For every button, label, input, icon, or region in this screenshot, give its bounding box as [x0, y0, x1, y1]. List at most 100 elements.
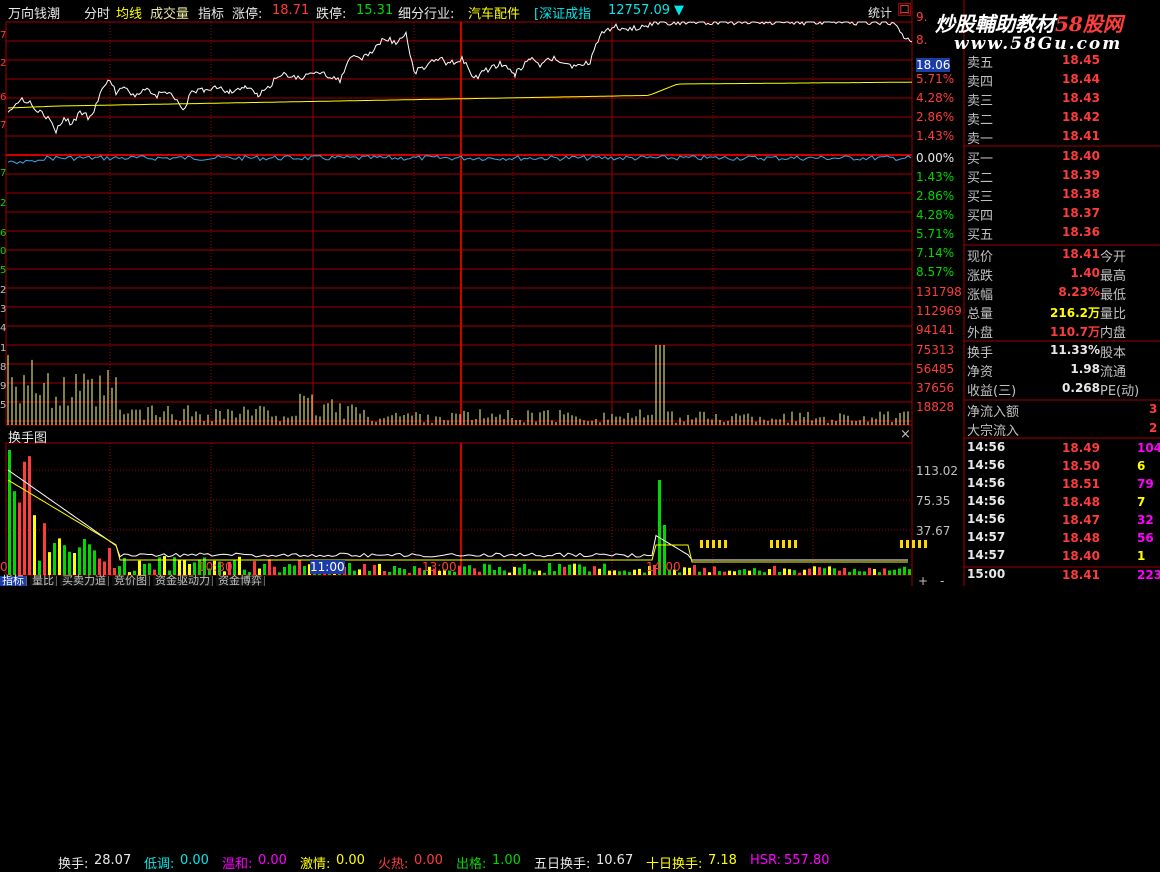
turnover-bar	[833, 568, 836, 575]
turnover-bar	[718, 571, 721, 575]
tick-row[interactable]: 14:56 18.48 7	[965, 493, 1160, 512]
turnover-bar	[373, 564, 376, 575]
turnover-bar	[458, 565, 461, 575]
tab-volume[interactable]: 成交量	[150, 3, 189, 22]
stats-tag[interactable]: 口	[898, 3, 911, 16]
turnover-bar	[148, 563, 151, 575]
buy-level[interactable]: 买一 18.40	[965, 147, 1160, 167]
bottom-tab[interactable]: 资金驱动力	[153, 575, 213, 586]
turnover-title[interactable]: 换手图	[8, 427, 47, 446]
row-value: 18.39	[1062, 168, 1100, 182]
sell-level[interactable]: 卖一 18.41	[965, 127, 1160, 147]
turnover-bar	[53, 543, 56, 575]
turnover-bar	[553, 571, 556, 575]
buy-level[interactable]: 买五 18.36	[965, 223, 1160, 243]
tab-junxian[interactable]: 均线	[116, 3, 142, 22]
turnover-item-value: 0.00	[180, 853, 209, 868]
turnover-bar	[138, 560, 141, 575]
buy-level[interactable]: 买二 18.39	[965, 166, 1160, 186]
tick-volume: 104	[1137, 441, 1160, 455]
turnover-bar	[583, 566, 586, 575]
tick-volume: 32	[1137, 513, 1154, 527]
tick-row[interactable]: 14:57 18.48 56	[965, 529, 1160, 548]
turnover-bar	[268, 559, 271, 575]
flow-row[interactable]: 大宗流入 2	[965, 419, 1160, 439]
tick-time: 15:00	[967, 567, 1006, 581]
tick-row[interactable]: 14:56 18.50 6	[965, 457, 1160, 476]
sell-level[interactable]: 卖四 18.44	[965, 70, 1160, 90]
turnover-bar	[743, 569, 746, 575]
turnover-item-value: 7.18	[708, 853, 737, 868]
turnover-item-value: 557.80	[784, 853, 830, 868]
tick-row[interactable]: 14:56 18.49 104	[965, 439, 1160, 458]
row-value: 18.41	[1062, 129, 1100, 143]
row-value: 8.23%	[1058, 285, 1100, 299]
bottom-tab[interactable]: 量比	[30, 575, 57, 586]
turnover-bar	[503, 570, 506, 575]
time-axis-label: 14:00	[646, 560, 681, 574]
quote-row[interactable]: 外盘 110.7万 内盘	[965, 321, 1160, 341]
bottom-tab[interactable]: 资金博弈	[216, 575, 265, 586]
bottom-tab[interactable]: 买卖力道	[60, 575, 109, 586]
quote-row[interactable]: 涨跌 1.40 最高	[965, 264, 1160, 284]
turnover-bar	[728, 570, 731, 575]
fundamental-row[interactable]: 换手 11.33% 股本	[965, 341, 1160, 361]
row-value: 1.40	[1070, 266, 1100, 280]
buy-level[interactable]: 买四 18.37	[965, 204, 1160, 224]
turnover-bar	[908, 569, 911, 575]
turnover-bar	[883, 568, 886, 575]
close-icon[interactable]: ×	[900, 427, 911, 442]
quote-row[interactable]: 涨幅 8.23% 最低	[965, 283, 1160, 303]
turnover-bar	[123, 558, 126, 575]
volume-axis-left-label: 2	[0, 285, 7, 296]
turnover-item-label: 出格:	[456, 857, 487, 872]
sell-level[interactable]: 卖二 18.42	[965, 108, 1160, 128]
tick-row[interactable]: 14:56 18.47 32	[965, 511, 1160, 530]
turnover-bar	[803, 569, 806, 575]
row-value: 110.7万	[1050, 325, 1100, 339]
tick-row[interactable]: 15:00 18.41 2239	[965, 566, 1160, 585]
volume-axis-label: 37656	[916, 381, 955, 395]
fundamental-row[interactable]: 净资 1.98 流通	[965, 360, 1160, 380]
turnover-bar	[628, 572, 631, 575]
bottom-tab[interactable]: 竞价图	[112, 575, 150, 586]
tick-row[interactable]: 14:56 18.51 79	[965, 475, 1160, 494]
turnover-bar	[783, 568, 786, 575]
sell-level[interactable]: 卖五 18.45	[965, 51, 1160, 71]
price-axis-label: 4.28%	[916, 208, 955, 222]
sell-level[interactable]: 卖三 18.43	[965, 89, 1160, 109]
row-label: 换手	[967, 346, 994, 361]
row-label: 买五	[967, 228, 994, 243]
turnover-item-value: 10.67	[596, 853, 634, 868]
volume-axis-left-label: 4	[0, 323, 7, 334]
turnover-bar	[793, 570, 796, 575]
flow-row[interactable]: 净流入额 3	[965, 400, 1160, 420]
tick-row[interactable]: 14:57 18.40 1	[965, 547, 1160, 566]
turnover-bar	[753, 568, 756, 575]
turnover-axis-label: 75.35	[916, 494, 951, 508]
turnover-marker	[918, 540, 921, 548]
turnover-axis-label: 37.67	[916, 524, 951, 538]
turnover-bar	[38, 560, 41, 575]
fundamental-row[interactable]: 收益(三) 0.268 PE(动)	[965, 379, 1160, 399]
row-value: 18.38	[1062, 187, 1100, 201]
price-axis-label: 8.57%	[916, 265, 955, 279]
tick-price: 18.48	[1062, 531, 1100, 545]
turnover-bar	[868, 567, 871, 575]
bottom-tab[interactable]: 指标	[0, 575, 27, 586]
tab-indicator[interactable]: 指标	[198, 3, 224, 22]
tab-fenshi[interactable]: 分时	[84, 3, 110, 22]
index-name[interactable]: [深证成指	[534, 3, 591, 22]
turnover-bar	[893, 569, 896, 575]
industry-value[interactable]: 汽车配件	[468, 3, 520, 22]
buy-level[interactable]: 买三 18.38	[965, 185, 1160, 205]
tick-price: 18.41	[1062, 568, 1100, 582]
turnover-bar	[8, 450, 11, 575]
quote-row[interactable]: 总量 216.2万 量比	[965, 302, 1160, 322]
turnover-bar	[758, 570, 761, 575]
turnover-bar	[848, 571, 851, 575]
turnover-bar	[498, 567, 501, 575]
quote-row[interactable]: 现价 18.41 今开	[965, 245, 1160, 265]
limit-down-value: 15.31	[356, 3, 394, 18]
stats-button[interactable]: 统计	[868, 4, 892, 21]
